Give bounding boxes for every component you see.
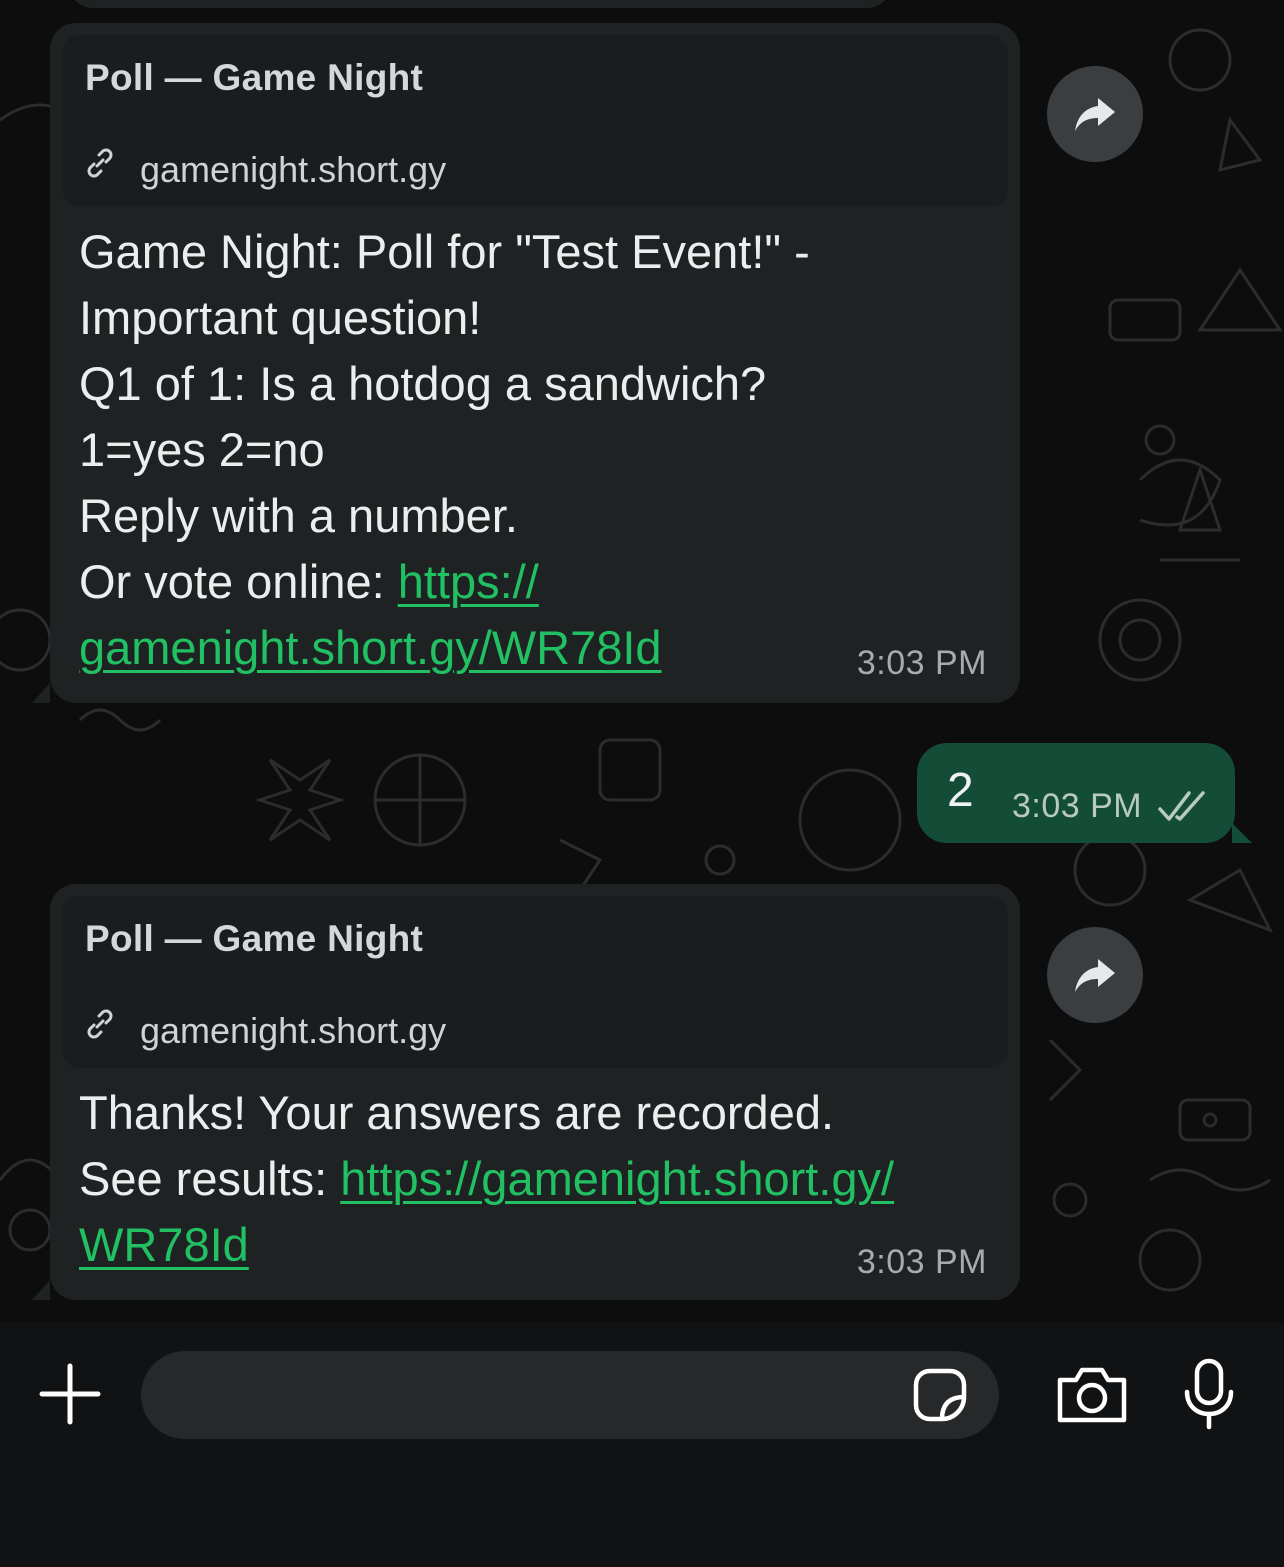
- message-timestamp: 3:03 PM: [856, 1243, 987, 1281]
- message-text: Thanks! Your answers are recorded. See r…: [79, 1080, 979, 1278]
- message-line: 1=yes 2=no: [79, 423, 325, 476]
- message-timestamp: 3:03 PM: [1012, 787, 1143, 825]
- link-prefix: See results:: [79, 1152, 341, 1205]
- message-input[interactable]: [141, 1351, 999, 1439]
- plus-icon[interactable]: [38, 1362, 102, 1426]
- message-line: Q1 of 1: Is a hotdog a sandwich?: [79, 357, 767, 410]
- message-text: Game Night: Poll for "Test Event!" - Imp…: [79, 219, 979, 681]
- message-line: Reply with a number.: [79, 489, 518, 542]
- results-link[interactable]: https://gamenight.short.gy/: [340, 1152, 894, 1205]
- link-preview-title: Poll — Game Night: [85, 57, 424, 98]
- link-icon: [87, 148, 113, 178]
- message-line: Thanks! Your answers are recorded.: [79, 1086, 835, 1139]
- sticker-icon[interactable]: [912, 1367, 968, 1423]
- vote-link[interactable]: https://: [398, 555, 539, 608]
- link-preview-domain: gamenight.short.gy: [140, 1010, 447, 1051]
- previous-message-fragment: [70, 0, 890, 8]
- camera-icon[interactable]: [1056, 1364, 1128, 1424]
- outgoing-message-bubble[interactable]: 2 3:03 PM: [917, 743, 1252, 843]
- incoming-message-bubble[interactable]: Poll — Game Night gamenight.short.gy Tha…: [32, 884, 1020, 1300]
- message-line: Important question!: [79, 291, 482, 344]
- message-timestamp: 3:03 PM: [856, 644, 987, 682]
- microphone-icon[interactable]: [1182, 1358, 1236, 1430]
- forward-button[interactable]: [1047, 66, 1143, 162]
- link-preview-card[interactable]: Poll — Game Night gamenight.short.gy: [62, 35, 1008, 207]
- message-line: Game Night: Poll for "Test Event!" -: [79, 225, 810, 278]
- results-link[interactable]: WR78Id: [79, 1218, 249, 1271]
- link-preview-title: Poll — Game Night: [85, 918, 424, 959]
- link-preview-card[interactable]: Poll — Game Night gamenight.short.gy: [62, 896, 1008, 1068]
- link-icon: [87, 1009, 113, 1039]
- link-prefix: Or vote online:: [79, 555, 398, 608]
- forward-icon: [1075, 98, 1115, 131]
- chat-area[interactable]: Poll — Game Night gamenight.short.gy Gam…: [0, 0, 1284, 1322]
- message-text: 2: [947, 764, 974, 817]
- link-preview-domain: gamenight.short.gy: [140, 149, 447, 190]
- incoming-message-bubble[interactable]: Poll — Game Night gamenight.short.gy Gam…: [32, 23, 1020, 703]
- vote-link[interactable]: gamenight.short.gy/WR78Id: [79, 621, 662, 674]
- read-receipt-icon: [1158, 791, 1205, 821]
- forward-icon: [1075, 959, 1115, 992]
- forward-button[interactable]: [1047, 927, 1143, 1023]
